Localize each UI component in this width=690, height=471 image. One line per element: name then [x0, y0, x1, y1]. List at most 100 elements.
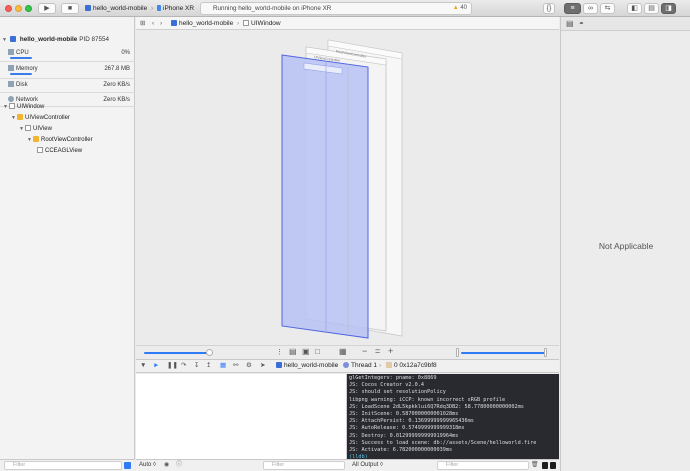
environment-overrides-icon[interactable]: ⚙	[246, 360, 252, 372]
variables-filter-bar: Auto ◊ ◉ ⓘ Filter	[136, 459, 347, 471]
device-icon	[157, 5, 161, 11]
range-slider-left-knob[interactable]	[456, 348, 459, 357]
contents-icon[interactable]: ▣	[302, 347, 310, 356]
tree-item-cceaglview[interactable]: CCEAGLView	[37, 146, 82, 157]
view-controller-icon	[33, 136, 39, 142]
run-button[interactable]: ▶	[38, 3, 56, 14]
console-filter-bar: All Output ◊ Filter 🗑	[347, 459, 559, 471]
breadcrumb-selected[interactable]: UIWindow	[251, 20, 281, 27]
app-icon	[276, 362, 282, 368]
stop-icon: ■	[67, 5, 73, 12]
console-line: JS: should set resolutionPolicy	[349, 389, 446, 396]
tree-item-uiwindow[interactable]: ▼ UIWindow	[3, 102, 44, 113]
version-editor-button[interactable]: ⇆	[600, 3, 615, 14]
navigator-filter-bar: Filter	[0, 459, 135, 471]
forward-arrow-icon[interactable]: ›	[160, 17, 162, 30]
filter-toggle-button[interactable]	[124, 462, 131, 469]
file-inspector-icon[interactable]: ▤	[566, 19, 574, 28]
toggle-navigator-button[interactable]: ◧	[627, 3, 642, 14]
hide-debug-area-icon[interactable]: ▼	[140, 360, 146, 372]
debug-scheme[interactable]: hello_world-mobile	[276, 360, 338, 372]
cpu-gauge[interactable]: CPU 0%	[8, 47, 130, 59]
gauge-label: Memory	[16, 66, 38, 72]
zoom-actual-icon[interactable]: =	[375, 346, 380, 356]
view-debugger-icon[interactable]: ▦	[220, 360, 226, 372]
view-hierarchy-3d[interactable]	[136, 31, 559, 345]
info-icon[interactable]: ⓘ	[176, 460, 182, 471]
view-hierarchy-canvas[interactable]: RootViewController UIViewController	[136, 31, 559, 345]
disclosure-triangle-icon: ▼	[2, 37, 7, 43]
console-output[interactable]: glGetIntegerv: pname: 0x8869 JS: Cocos Cr…	[347, 374, 559, 459]
tree-item-uiviewcontroller[interactable]: ▼ UIViewController	[11, 113, 70, 124]
toggle-inspector-button[interactable]: ◨	[661, 3, 676, 14]
close-window-button[interactable]	[5, 5, 12, 12]
console-line: JS: Destroy: 0.012999999999919964ms	[349, 432, 459, 439]
location-icon[interactable]: ➤	[260, 360, 265, 372]
output-select[interactable]: All Output ◊	[352, 460, 383, 471]
spacing-slider-knob[interactable]	[206, 349, 213, 356]
spacing-slider[interactable]	[144, 352, 212, 354]
library-button[interactable]: {}	[543, 3, 555, 14]
disk-gauge[interactable]: Disk Zero KB/s	[8, 79, 130, 91]
step-out-icon[interactable]: ↥	[206, 360, 211, 372]
app-icon	[9, 36, 16, 42]
braces-icon: {}	[546, 5, 552, 12]
filter-placeholder: Filter	[13, 462, 26, 468]
trash-icon[interactable]: 🗑	[531, 460, 539, 471]
quick-look-eye-icon[interactable]: ◉	[164, 460, 169, 471]
auto-select[interactable]: Auto ◊	[139, 460, 156, 471]
step-over-icon[interactable]: ↷	[181, 360, 186, 372]
zoom-out-icon[interactable]: −	[362, 346, 367, 356]
wireframe-icon[interactable]: ▤	[289, 347, 297, 356]
frame-selector[interactable]: 0 0x12a7c9bf8	[386, 360, 437, 372]
range-slider-track[interactable]	[461, 352, 547, 354]
show-clipped-icon[interactable]: ⋮	[276, 348, 283, 356]
split-view-left-button[interactable]	[542, 462, 548, 469]
chevron-right-icon: ›	[237, 20, 240, 27]
step-in-icon[interactable]: ↧	[194, 360, 199, 372]
breakpoints-toggle-icon[interactable]: ►	[153, 360, 159, 372]
zoom-in-icon[interactable]: +	[388, 346, 393, 356]
gauge-label: CPU	[16, 50, 29, 56]
back-arrow-icon[interactable]: ‹	[152, 17, 154, 30]
related-items-icon[interactable]: ⊞	[140, 17, 145, 30]
constraints-icon[interactable]: ▦	[339, 347, 347, 356]
variables-filter-input[interactable]: Filter	[263, 461, 345, 470]
breadcrumb: hello_world-mobile › UIWindow	[171, 17, 281, 30]
assistant-editor-button[interactable]: ∞	[583, 3, 598, 14]
frames-icon[interactable]: □	[315, 347, 320, 356]
quick-help-icon[interactable]: ◓	[579, 19, 584, 28]
window-toolbar: ▶ ■ hello_world-mobile › iPhone XR Runni…	[0, 0, 690, 17]
thread-selector[interactable]: Thread 1	[343, 360, 377, 372]
minimize-window-button[interactable]	[15, 5, 22, 12]
zoom-window-button[interactable]	[25, 5, 32, 12]
tree-item-rootviewcontroller[interactable]: ▼ RootViewController	[27, 135, 93, 146]
rings-icon: ∞	[588, 5, 593, 12]
split-view-right-button[interactable]	[550, 462, 556, 469]
variables-view[interactable]	[136, 374, 347, 459]
console-line: libpng warning: iCCP: known incorrect sR…	[349, 396, 506, 403]
range-slider-right-knob[interactable]	[544, 348, 547, 357]
view-icon	[9, 103, 15, 109]
tree-label: UIWindow	[17, 104, 45, 110]
scheme-selector[interactable]: hello_world-mobile › iPhone XR	[85, 3, 194, 14]
device-name: iPhone XR	[163, 5, 195, 12]
chevron-right-icon: ›	[336, 362, 339, 369]
tree-item-uiview[interactable]: ▼ UIView	[19, 124, 52, 135]
warning-badge[interactable]: ▲ 40	[453, 3, 467, 14]
console-filter-input[interactable]: Filter	[437, 461, 529, 470]
stop-button[interactable]: ■	[61, 3, 79, 14]
toggle-debug-area-button[interactable]: ▤	[644, 3, 659, 14]
warning-icon: ▲	[452, 5, 459, 11]
memory-graph-icon[interactable]: ⚯	[233, 360, 238, 372]
memory-gauge[interactable]: Memory 267.8 MB	[8, 63, 130, 75]
process-header[interactable]: ▼ hello_world-mobile PID 87554	[0, 34, 135, 46]
status-text: Running hello_world-mobile on iPhone XR	[213, 5, 332, 12]
console-line: JS: AttachPersist: 0.13699999999965436ms	[349, 418, 474, 425]
breadcrumb-project[interactable]: hello_world-mobile	[179, 20, 233, 27]
navigator-filter-input[interactable]: Filter	[4, 461, 122, 470]
pause-icon[interactable]: ❚❚	[167, 360, 178, 372]
divider	[0, 92, 135, 93]
gauge-value: Zero KB/s	[103, 82, 130, 88]
standard-editor-button[interactable]: ≡	[564, 3, 581, 14]
